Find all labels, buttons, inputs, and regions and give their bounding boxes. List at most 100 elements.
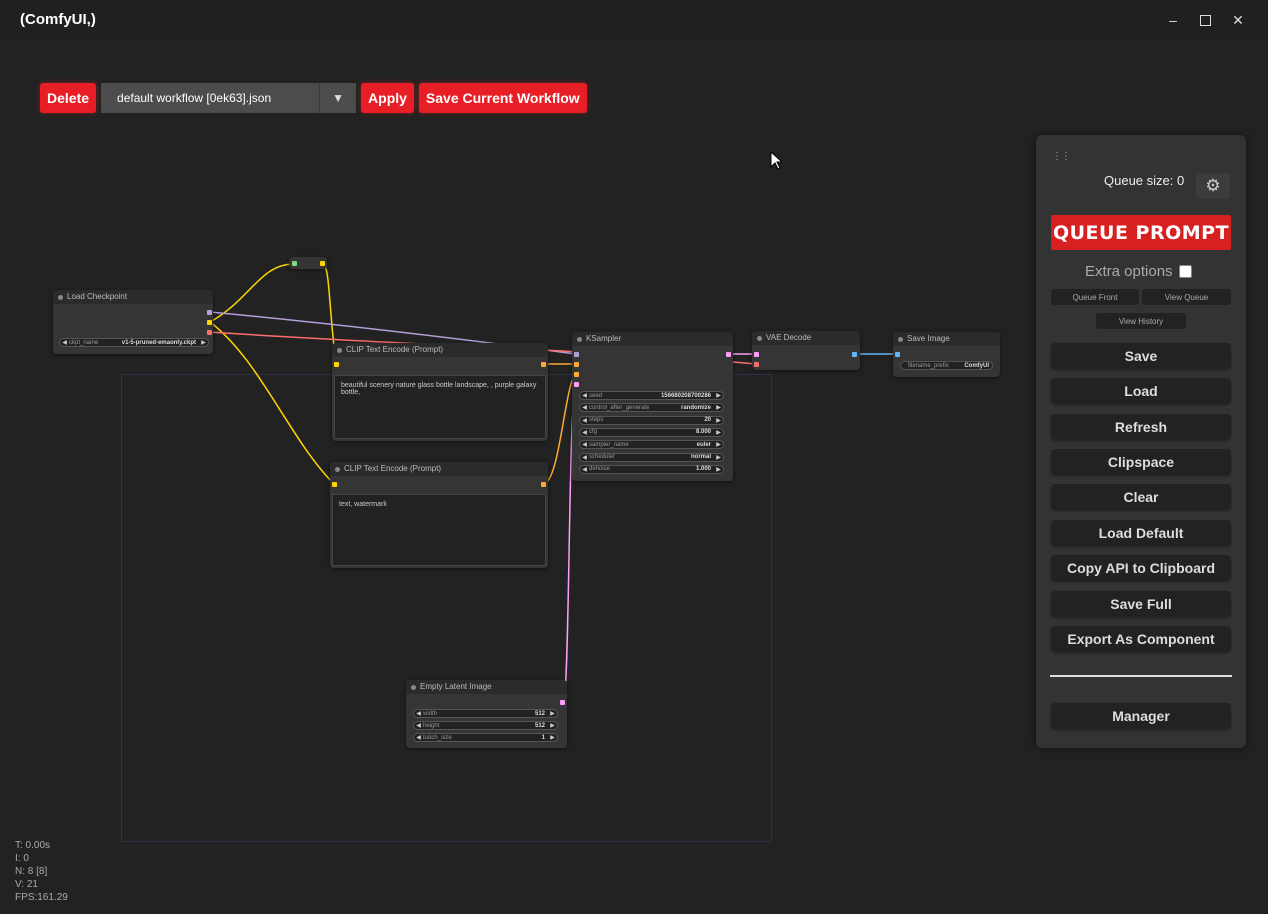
widget-value: randomize <box>680 404 711 411</box>
arrow-right-icon[interactable]: ▶ <box>548 722 557 729</box>
arrow-right-icon[interactable]: ▶ <box>714 441 723 448</box>
arrow-left-icon[interactable]: ◀ <box>580 466 589 473</box>
queue-front-button[interactable]: Queue Front <box>1051 289 1139 305</box>
view-history-button[interactable]: View History <box>1096 313 1186 329</box>
export-as-component-button[interactable]: Export As Component <box>1051 626 1231 651</box>
arrow-left-icon[interactable]: ◀ <box>414 734 423 741</box>
node-save-image[interactable]: Save Image filename_prefix ComfyUI <box>893 332 1000 377</box>
arrow-left-icon[interactable]: ◀ <box>580 441 589 448</box>
conditioning-output-slot[interactable] <box>541 362 546 367</box>
images-input-slot[interactable] <box>895 352 900 357</box>
vae-input-slot[interactable] <box>754 362 759 367</box>
node-clip-text-encode-positive[interactable]: CLIP Text Encode (Prompt) beautiful scen… <box>332 343 548 441</box>
node-load-checkpoint[interactable]: Load Checkpoint ◀ ckpt_name v1-5-pruned-… <box>53 290 213 354</box>
arrow-right-icon[interactable]: ▶ <box>548 734 557 741</box>
collapse-dot-icon[interactable] <box>335 467 340 472</box>
save-full-button[interactable]: Save Full <box>1051 591 1231 616</box>
model-output-slot[interactable] <box>207 310 212 315</box>
arrow-right-icon[interactable]: ▶ <box>548 710 557 717</box>
prompt-textarea[interactable]: text, watermark <box>332 494 546 566</box>
arrow-left-icon[interactable]: ◀ <box>414 710 423 717</box>
negative-input-slot[interactable] <box>574 372 579 377</box>
copy-api-to-clipboard-button[interactable]: Copy API to Clipboard <box>1051 555 1231 580</box>
refresh-button[interactable]: Refresh <box>1051 414 1231 439</box>
collapse-dot-icon[interactable] <box>411 685 416 690</box>
collapse-dot-icon[interactable] <box>337 348 342 353</box>
delete-workflow-button[interactable]: Delete <box>40 83 97 113</box>
queue-prompt-button[interactable]: QUEUE PROMPT <box>1051 215 1231 250</box>
conditioning-output-slot[interactable] <box>541 482 546 487</box>
arrow-left-icon[interactable]: ◀ <box>580 392 589 399</box>
latent-widget-height[interactable]: ◀ height 512 ▶ <box>413 721 558 730</box>
clip-input-slot[interactable] <box>334 362 339 367</box>
node-vae-decode[interactable]: VAE Decode <box>752 331 860 370</box>
manager-button[interactable]: Manager <box>1051 703 1231 728</box>
ksampler-widget-scheduler[interactable]: ◀ scheduler normal ▶ <box>579 452 724 462</box>
collapse-dot-icon[interactable] <box>757 336 762 341</box>
widget-label: steps <box>589 417 604 424</box>
apply-workflow-button[interactable]: Apply <box>361 83 414 113</box>
node-ksampler[interactable]: KSampler ◀ seed 156680208700286 ▶ ◀ control_a… <box>572 332 733 481</box>
arrow-right-icon[interactable]: ▶ <box>714 392 723 399</box>
filename-prefix-widget[interactable]: filename_prefix ComfyUI <box>900 361 993 370</box>
link-clip-neg <box>209 321 335 485</box>
positive-input-slot[interactable] <box>574 362 579 367</box>
node-title: Empty Latent Image <box>420 682 492 691</box>
clip-output-slot[interactable] <box>207 320 212 325</box>
node-clip-text-encode-negative[interactable]: CLIP Text Encode (Prompt) text, watermar… <box>330 462 548 568</box>
arrow-left-icon[interactable]: ◀ <box>60 339 69 346</box>
clipspace-button[interactable]: Clipspace <box>1051 449 1231 474</box>
chevron-down-icon[interactable]: ▼ <box>319 83 356 113</box>
arrow-right-icon[interactable]: ▶ <box>714 417 723 424</box>
arrow-left-icon[interactable]: ◀ <box>414 722 423 729</box>
clip-input-slot[interactable] <box>332 482 337 487</box>
save-button[interactable]: Save <box>1051 343 1231 368</box>
gear-icon[interactable]: ⚙ <box>1196 173 1230 199</box>
arrow-right-icon[interactable]: ▶ <box>714 466 723 473</box>
collapse-dot-icon[interactable] <box>58 295 63 300</box>
node-empty-latent-image[interactable]: Empty Latent Image ◀ width 512 ▶ ◀ height 512 ▶… <box>406 680 567 748</box>
latent-widget-width[interactable]: ◀ width 512 ▶ <box>413 709 558 718</box>
ksampler-widget-seed[interactable]: ◀ seed 156680208700286 ▶ <box>579 391 724 400</box>
collapse-dot-icon[interactable] <box>898 337 903 342</box>
view-queue-button[interactable]: View Queue <box>1142 289 1231 305</box>
reroute-input-slot[interactable] <box>292 261 297 266</box>
prompt-textarea[interactable]: beautiful scenery nature glass bottle la… <box>334 375 546 439</box>
arrow-left-icon[interactable]: ◀ <box>580 417 589 424</box>
load-button[interactable]: Load <box>1051 378 1231 403</box>
arrow-left-icon[interactable]: ◀ <box>580 404 589 411</box>
arrow-right-icon[interactable]: ▶ <box>199 339 208 346</box>
arrow-right-icon[interactable]: ▶ <box>714 454 723 461</box>
extra-options-checkbox[interactable] <box>1178 265 1192 278</box>
menu-panel: ⋮⋮ Queue size: 0 ⚙ QUEUE PROMPT Extra op… <box>1036 135 1246 748</box>
ckpt-name-widget[interactable]: ◀ ckpt_name v1-5-pruned-emaonly.ckpt ▶ <box>59 338 209 347</box>
ksampler-widget-cfg[interactable]: ◀ cfg 8.000 ▶ <box>579 427 724 437</box>
ksampler-widget-steps[interactable]: ◀ steps 20 ▶ <box>579 415 724 425</box>
reroute-node[interactable] <box>289 257 327 269</box>
workflow-select[interactable]: default workflow [0ek63].json ▼ <box>101 83 357 113</box>
arrow-right-icon[interactable]: ▶ <box>714 429 723 436</box>
vae-output-slot[interactable] <box>207 330 212 335</box>
arrow-right-icon[interactable]: ▶ <box>714 404 723 411</box>
collapse-dot-icon[interactable] <box>577 337 582 342</box>
latent-output-slot[interactable] <box>560 700 565 705</box>
save-current-workflow-button[interactable]: Save Current Workflow <box>418 83 587 113</box>
widget-value: 512 <box>534 722 545 729</box>
image-output-slot[interactable] <box>852 352 857 357</box>
drag-handle-icon[interactable]: ⋮⋮ <box>1052 151 1071 162</box>
ksampler-widget-sampler-name[interactable]: ◀ sampler_name euler ▶ <box>579 440 724 450</box>
ksampler-widget-control-after-generate[interactable]: ◀ control_after_generate randomize ▶ <box>579 403 724 413</box>
reroute-output-slot[interactable] <box>320 261 325 266</box>
latent-input-slot[interactable] <box>574 382 579 387</box>
load-default-button[interactable]: Load Default <box>1051 520 1231 545</box>
latent-widget-batch-size[interactable]: ◀ batch_size 1 ▶ <box>413 733 558 742</box>
samples-input-slot[interactable] <box>754 352 759 357</box>
latent-output-slot[interactable] <box>726 352 731 357</box>
ksampler-widget-denoise[interactable]: ◀ denoise 1.000 ▶ <box>579 464 724 474</box>
widget-label: batch_size <box>423 734 452 741</box>
model-input-slot[interactable] <box>574 352 579 357</box>
arrow-left-icon[interactable]: ◀ <box>580 454 589 461</box>
node-title-bar: Save Image <box>893 332 1000 346</box>
arrow-left-icon[interactable]: ◀ <box>580 429 589 436</box>
clear-button[interactable]: Clear <box>1051 484 1231 509</box>
